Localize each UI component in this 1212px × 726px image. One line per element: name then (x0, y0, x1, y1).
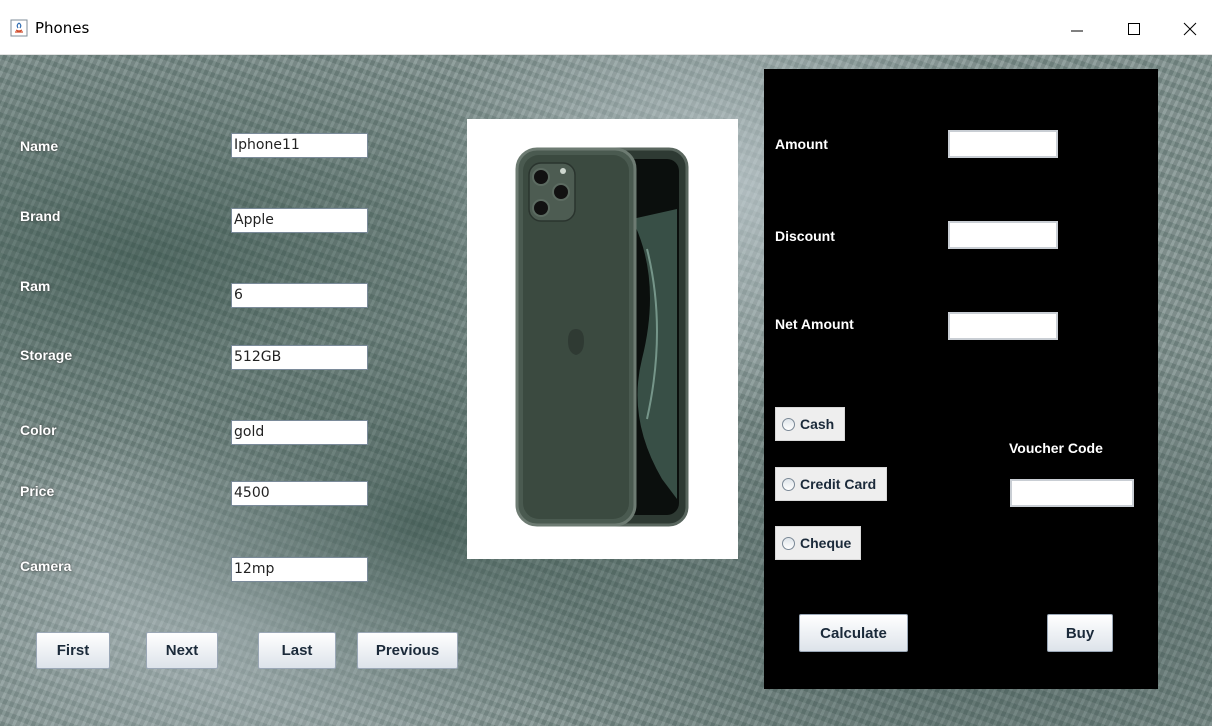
last-button[interactable]: Last (258, 632, 336, 669)
discount-label: Discount (775, 228, 835, 244)
radio-circle-icon (782, 536, 795, 550)
brand-field[interactable]: Apple (231, 208, 368, 233)
discount-field[interactable] (948, 221, 1058, 249)
minimize-icon (1071, 30, 1083, 32)
java-app-icon (10, 19, 28, 37)
payment-panel: Amount Discount Net Amount Cash Credit C… (764, 69, 1158, 689)
buy-button[interactable]: Buy (1047, 614, 1113, 652)
cheque-radio-label: Cheque (800, 535, 852, 551)
radio-circle-icon (782, 417, 795, 431)
radio-circle-icon (782, 477, 795, 491)
calculate-button[interactable]: Calculate (799, 614, 908, 652)
previous-button[interactable]: Previous (357, 632, 458, 669)
main-content: Name Iphone11 Brand Apple Ram 6 Storage … (0, 55, 1212, 726)
camera-label: Camera (20, 558, 72, 574)
next-button[interactable]: Next (146, 632, 218, 669)
first-button[interactable]: First (36, 632, 110, 669)
credit-card-radio[interactable]: Credit Card (775, 467, 887, 501)
color-label: Color (20, 422, 57, 438)
net-amount-label: Net Amount (775, 316, 854, 332)
close-button[interactable] (1172, 14, 1208, 44)
ram-label: Ram (20, 278, 51, 294)
cheque-radio[interactable]: Cheque (775, 526, 861, 560)
color-field[interactable]: gold (231, 420, 368, 445)
title-bar: Phones (0, 0, 1212, 55)
close-icon (1183, 22, 1197, 36)
amount-label: Amount (775, 136, 828, 152)
net-amount-field[interactable] (948, 312, 1058, 340)
name-label: Name (20, 138, 59, 154)
amount-field[interactable] (948, 130, 1058, 158)
maximize-icon (1128, 23, 1140, 35)
cash-radio-label: Cash (800, 416, 835, 432)
voucher-code-label: Voucher Code (1009, 440, 1103, 456)
brand-label: Brand (20, 208, 61, 224)
name-field[interactable]: Iphone11 (231, 133, 368, 158)
camera-field[interactable]: 12mp (231, 557, 368, 582)
maximize-button[interactable] (1116, 14, 1152, 44)
voucher-code-field[interactable] (1010, 479, 1134, 507)
phone-image (467, 119, 738, 559)
price-field[interactable]: 4500 (231, 481, 368, 506)
minimize-button[interactable] (1059, 14, 1095, 44)
credit-card-radio-label: Credit Card (800, 476, 877, 492)
storage-field[interactable]: 512GB (231, 345, 368, 370)
ram-field[interactable]: 6 (231, 283, 368, 308)
phone-illustration (515, 147, 689, 527)
price-label: Price (20, 483, 55, 499)
storage-label: Storage (20, 347, 73, 363)
cash-radio[interactable]: Cash (775, 407, 845, 441)
window-title: Phones (35, 19, 90, 37)
